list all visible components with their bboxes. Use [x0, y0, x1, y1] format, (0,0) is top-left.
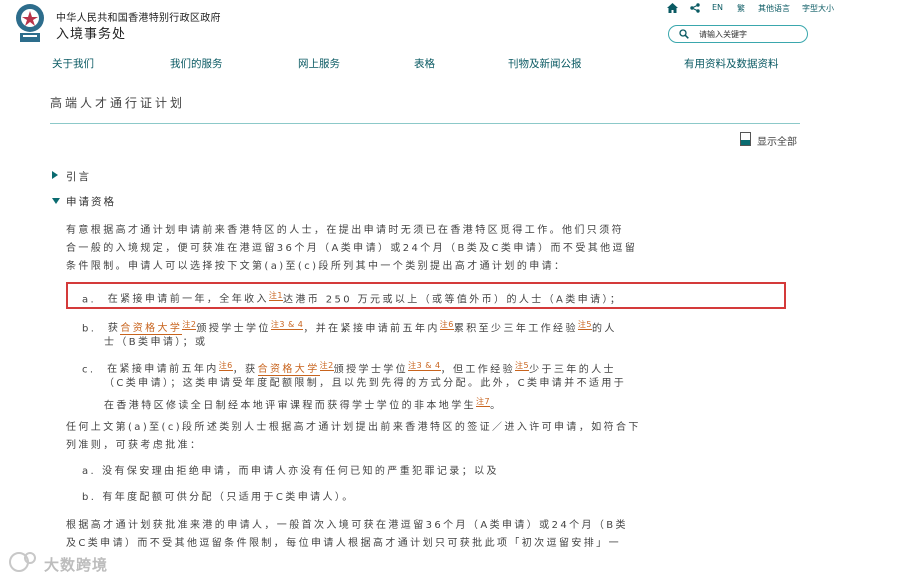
item-text: ，但工作经验 [440, 364, 516, 376]
item-text: （C类申请）；这类申请受年度配额限制，且以先到先得的方式分配。此外，C类申请并不… [104, 378, 627, 389]
nav-useful-info-statistics[interactable]: 有用资料及数据资料 [684, 56, 779, 71]
paragraph-line: 条件限制。申请人可以选择按下文第(a)至(c)段所列其中一个类别提出高才通计划的… [66, 261, 567, 272]
section-intro-label: 引言 [66, 171, 91, 183]
note-2-link[interactable]: 注2 [319, 361, 334, 371]
paragraph-line: 任何上文第(a)至(c)段所述类别人士根据高才通计划提出前来香港特区的签证／进入… [66, 422, 641, 433]
item-label: b. [82, 323, 97, 335]
criterion-a: a. 没有保安理由拒绝申请，而申请人亦没有任何已知的严重犯罪记录；以及 [82, 463, 499, 481]
item-text: ，并在紧接申请前五年内 [303, 323, 440, 335]
item-label: a. [82, 466, 97, 477]
caret-down-icon [52, 198, 60, 204]
eligibility-paragraph: 有意根据高才通计划申请前来香港特区的人士，在提出申请时无须已在香港特区觅得工作。… [66, 222, 637, 276]
note-2-link[interactable]: 注2 [182, 320, 197, 330]
item-text: 没有保安理由拒绝申请，而申请人亦没有任何已知的严重犯罪记录；以及 [102, 466, 499, 477]
lang-traditional-link[interactable]: 繁 [737, 3, 745, 14]
category-b-item: b. 获合资格大学注2颁授学士学位注3 & 4，并在紧接申请前五年内注6累积至少… [82, 316, 617, 352]
nav-our-services[interactable]: 我们的服务 [170, 56, 223, 71]
section-eligibility-label: 申请资格 [66, 196, 116, 208]
expand-all-icon [740, 132, 751, 146]
caret-right-icon [52, 171, 58, 179]
font-size-link[interactable]: 字型大小 [802, 3, 834, 14]
item-text: 达港币 250 万元或以上（或等值外币）的人士（A类申请）； [283, 294, 623, 306]
item-text: 颁授学士学位 [333, 364, 409, 376]
paragraph-line: 合一般的入境规定，便可获准在港逗留36个月（A类申请）或24个月（B类及C类申请… [66, 243, 638, 254]
item-text: 获 [107, 323, 121, 335]
item-text: ，获 [232, 364, 258, 376]
note-5-link[interactable]: 注5 [515, 361, 530, 371]
other-language-link[interactable]: 其他语言 [758, 3, 790, 14]
search-icon [679, 29, 689, 39]
note-1-link[interactable]: 注1 [268, 291, 283, 301]
note-7-link[interactable]: 注7 [476, 397, 491, 407]
item-text: 的人 [591, 323, 617, 335]
nav-about-us[interactable]: 关于我们 [52, 56, 94, 71]
home-icon[interactable] [667, 3, 678, 15]
paragraph-line: 有意根据高才通计划申请前来香港特区的人士，在提出申请时无须已在香港特区觅得工作。… [66, 225, 624, 236]
note-5-link[interactable]: 注5 [577, 320, 592, 330]
note-3-4-link[interactable]: 注3 & 4 [270, 320, 304, 330]
criteria-paragraph: 任何上文第(a)至(c)段所述类别人士根据高才通计划提出前来香港特区的签证／进入… [66, 419, 641, 455]
title-divider [50, 123, 800, 124]
paragraph-line: 根据高才通计划获批准来港的申请人，一般首次入境可获在港逗留36个月（A类申请）或… [66, 520, 628, 531]
item-text: 在香港特区修读全日制经本地评审课程而获得学士学位的非本地学生 [104, 400, 476, 412]
item-label: c. [82, 364, 96, 376]
nav-forms[interactable]: 表格 [414, 56, 435, 71]
item-text: 有年度配额可供分配（只适用于C类申请人）。 [102, 492, 355, 503]
watermark-text: 大数跨境 [44, 556, 109, 574]
stay-arrangement-paragraph: 根据高才通计划获批准来港的申请人，一般首次入境可获在港逗留36个月（A类申请）或… [66, 517, 628, 553]
nav-publications-press[interactable]: 刊物及新闻公报 [508, 56, 582, 71]
item-text: 。 [490, 400, 503, 412]
paragraph-line: 及C类申请）而不受其他逗留条件限制，每位申请人根据高才通计划只可获批此项「初次逗… [66, 538, 621, 549]
item-text: 在紧接申请前五年内 [107, 364, 219, 376]
item-text: 颁授学士学位 [196, 323, 271, 335]
item-text: 少于三年的人士 [529, 364, 616, 376]
watermark-logo-icon [9, 552, 36, 572]
share-icon[interactable] [690, 3, 700, 15]
government-name: 中华人民共和国香港特别行政区政府 [56, 13, 221, 24]
note-3-4-link[interactable]: 注3 & 4 [408, 361, 441, 371]
search-box[interactable]: 请输入关键字 [668, 25, 808, 43]
item-label: a. [82, 294, 97, 306]
item-text: 累积至少三年工作经验 [453, 323, 578, 335]
page-title: 高端人才通行证计划 [50, 96, 186, 110]
category-a-item: a. 在紧接申请前一年，全年收入注1达港币 250 万元或以上（或等值外币）的人… [82, 287, 622, 305]
main-content: 高端人才通行证计划 显示全部 引言 申请资格 有意根据高才通计划申请前来香港特区… [0, 76, 900, 579]
item-text: 士（B类申请）；或 [104, 337, 208, 348]
department-name[interactable]: 入境事务处 [56, 23, 126, 42]
note-6-link[interactable]: 注6 [439, 320, 454, 330]
note-6-link[interactable]: 注6 [218, 361, 233, 371]
main-nav: 关于我们 我们的服务 网上服务 表格 刊物及新闻公报 有用资料及数据资料 [0, 52, 900, 76]
item-label: b. [82, 492, 97, 503]
watermark: 大数跨境 [8, 549, 123, 577]
lang-en-link[interactable]: EN [712, 3, 723, 12]
site-header: 中华人民共和国香港特别行政区政府 入境事务处 EN 繁 其他语言 字型大小 请输… [0, 0, 900, 52]
category-c-item: c. 在紧接申请前五年内注6，获合资格大学注2颁授学士学位注3 & 4，但工作经… [82, 357, 626, 411]
search-input[interactable]: 请输入关键字 [699, 29, 747, 40]
show-all-label: 显示全部 [757, 137, 797, 148]
criterion-b: b. 有年度配额可供分配（只适用于C类申请人）。 [82, 489, 355, 507]
nav-online-services[interactable]: 网上服务 [298, 56, 340, 71]
paragraph-line: 列准则，可获考虑批准： [66, 440, 203, 451]
item-text: 在紧接申请前一年，全年收入 [107, 294, 269, 306]
hksar-emblem-icon[interactable] [12, 2, 48, 46]
